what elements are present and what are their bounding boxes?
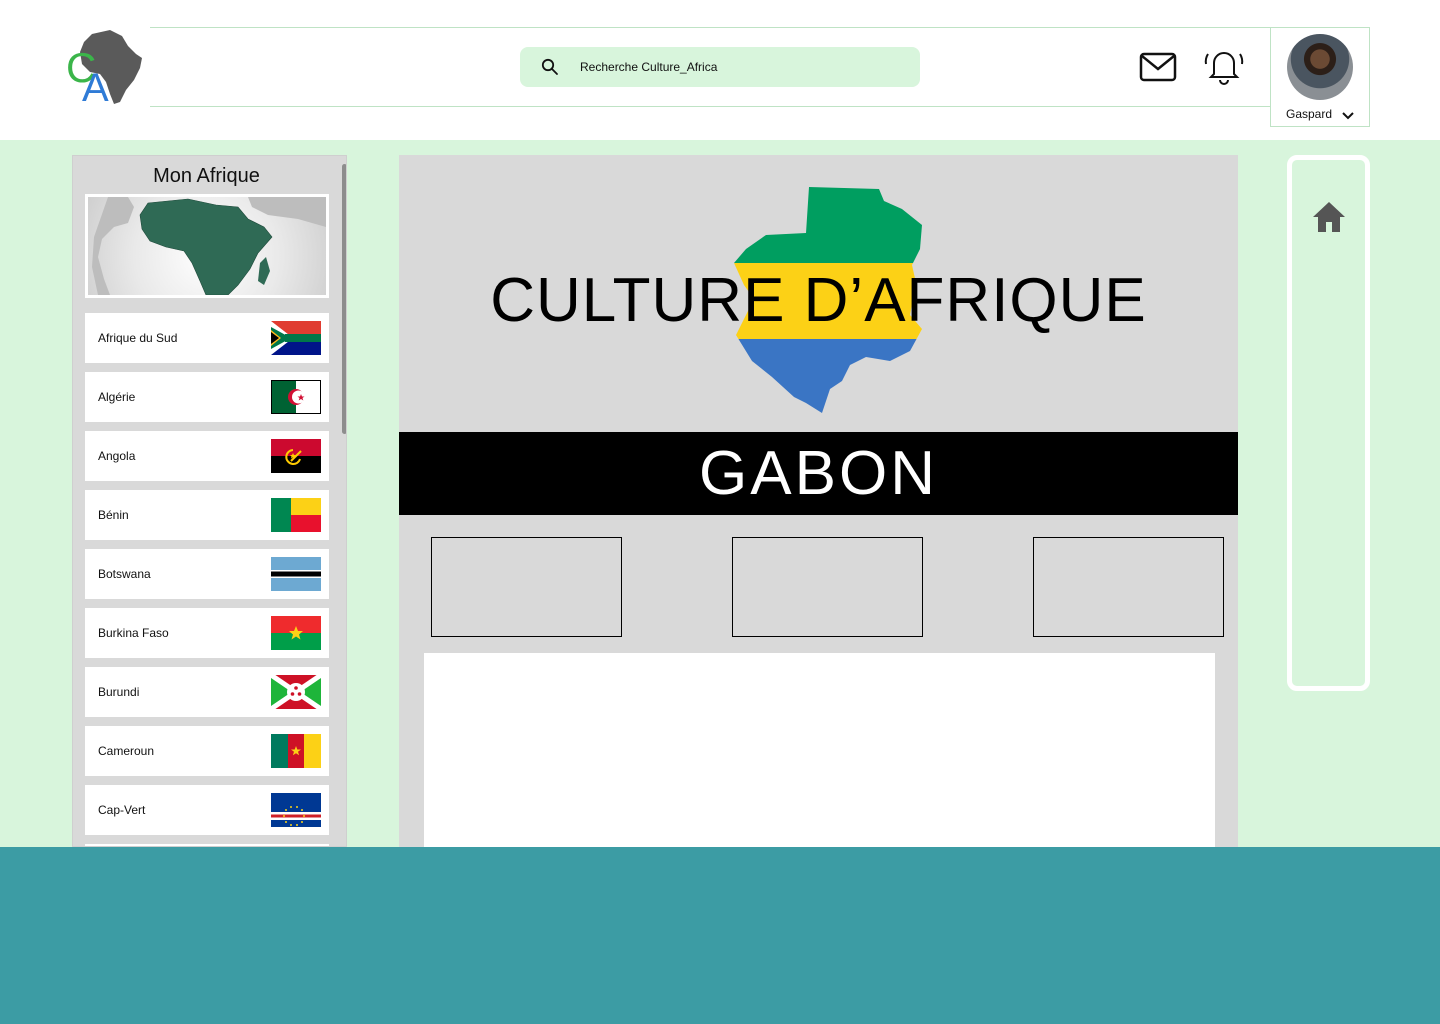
country-label: Angola [98,449,136,463]
search-bar[interactable]: Recherche Culture_Africa [520,47,920,87]
cape-verde-flag-icon [271,793,321,827]
mail-icon[interactable] [1139,50,1177,84]
content-card-2[interactable] [732,537,923,637]
country-list: Afrique du Sud Algérie Angola Bénin Bots… [85,313,329,846]
country-item-angola[interactable]: Angola [85,431,329,481]
avatar [1287,34,1353,100]
main-content: CULTURE D’AFRIQUE GABON [399,155,1238,847]
country-item-algerie[interactable]: Algérie [85,372,329,422]
home-icon[interactable] [1311,200,1347,239]
header: C A Recherche Culture_Africa Gaspard [0,0,1440,140]
botswana-flag-icon [271,557,321,591]
country-banner-title: GABON [699,439,938,508]
search-input[interactable]: Recherche Culture_Africa [580,60,717,74]
footer [0,847,1440,1024]
benin-flag-icon [271,498,321,532]
country-label: Burkina Faso [98,626,169,640]
right-rail [1287,155,1370,691]
user-profile[interactable]: Gaspard [1270,27,1370,127]
country-item-burkina-faso[interactable]: Burkina Faso [85,608,329,658]
country-banner: GABON [399,432,1238,515]
country-item-cameroun[interactable]: Cameroun [85,726,329,776]
logo-letter-a: A [82,66,109,110]
country-item-benin[interactable]: Bénin [85,490,329,540]
content-card-3[interactable] [1033,537,1224,637]
country-item-afrique-du-sud[interactable]: Afrique du Sud [85,313,329,363]
bell-icon[interactable] [1203,46,1245,86]
chevron-down-icon[interactable] [1341,108,1355,126]
africa-globe-image [85,194,329,298]
search-icon [520,58,580,76]
country-label: Algérie [98,390,136,404]
logo[interactable]: C A [66,24,150,110]
content-panel [424,653,1215,847]
hero-title: CULTURE D’AFRIQUE [490,266,1147,335]
cameroon-flag-icon [271,734,321,768]
content-card-1[interactable] [431,537,622,637]
country-label: Botswana [98,567,151,581]
user-name: Gaspard [1286,107,1333,121]
country-item-cap-vert[interactable]: Cap-Vert [85,785,329,835]
burkina-faso-flag-icon [271,616,321,650]
sidebar: Mon Afrique Afrique du Sud Algérie Angol… [72,155,347,847]
country-item-botswana[interactable]: Botswana [85,549,329,599]
angola-flag-icon [271,439,321,473]
country-label: Cap-Vert [98,803,146,817]
south-africa-flag-icon [271,321,321,355]
sidebar-title: Mon Afrique [153,165,260,187]
country-item-burundi[interactable]: Burundi [85,667,329,717]
country-label: Cameroun [98,744,155,758]
burundi-flag-icon [271,675,321,709]
country-label: Burundi [98,685,140,699]
algeria-flag-icon [271,380,321,414]
country-label: Afrique du Sud [98,331,178,345]
sidebar-scrollbar[interactable] [342,164,346,434]
country-label: Bénin [98,508,129,522]
